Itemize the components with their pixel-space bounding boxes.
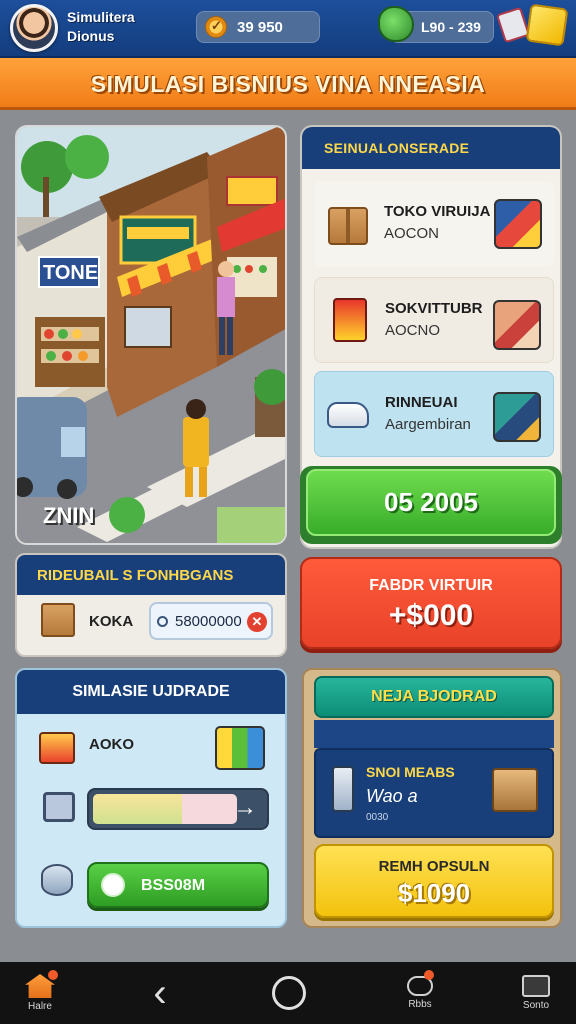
cereal-box-icon bbox=[494, 199, 542, 249]
deal-card-small: 0030 bbox=[366, 812, 389, 823]
product-icon bbox=[333, 298, 367, 342]
city-scene-illustration: TONE bbox=[17, 127, 285, 543]
player-name-line2: Dionus bbox=[67, 28, 115, 44]
notification-badge bbox=[48, 970, 58, 980]
shop-panel-title: SEINUALONSERADE bbox=[324, 140, 470, 156]
upgrade-label: AOKO bbox=[89, 736, 134, 753]
buy-button[interactable]: 05 2005 bbox=[300, 466, 562, 544]
xp-amount: L90 - 239 bbox=[421, 19, 481, 35]
box-icon bbox=[41, 603, 75, 637]
back-icon: ‹ bbox=[153, 971, 167, 1015]
barrel-icon bbox=[41, 864, 73, 896]
reserve-panel-header: RIDEUBAIL S FONHBGANS bbox=[17, 555, 285, 595]
machine-icon bbox=[332, 766, 354, 812]
player-name: Simulitera Dionus bbox=[67, 8, 135, 46]
upgrade-panel-title: SIMLASIE UJDRADE bbox=[72, 683, 230, 700]
city-scene[interactable]: TONE ZNIN bbox=[15, 125, 287, 545]
reward-title: FABDR VIRTUIR bbox=[369, 577, 493, 594]
cube-icon[interactable] bbox=[525, 3, 569, 47]
nav-home-label: Halre bbox=[28, 1001, 52, 1012]
cart-icon bbox=[43, 792, 75, 822]
deal-strip bbox=[314, 720, 554, 748]
coin-counter[interactable]: 39 950 bbox=[196, 11, 320, 43]
notification-badge bbox=[424, 970, 434, 980]
claim-title: REMH OPSULN bbox=[378, 858, 490, 875]
collect-button[interactable]: BSS08M bbox=[87, 862, 269, 908]
shop-item-subtitle: Aargembiran bbox=[385, 416, 471, 433]
player-name-line1: Simulitera bbox=[67, 9, 135, 25]
deal-card-subtitle: Wao a bbox=[366, 786, 418, 806]
nav-messages[interactable]: Rbbs bbox=[398, 962, 442, 1024]
deal-card-title: SNOI MEABS bbox=[366, 764, 455, 780]
open-box-icon bbox=[492, 768, 538, 812]
shop-item-subtitle: AOCNO bbox=[385, 322, 441, 339]
scene-label: ZNIN bbox=[43, 503, 95, 528]
reserve-panel-title: RIDEUBAIL S FONHBGANS bbox=[37, 566, 234, 584]
reserve-panel: RIDEUBAIL S FONHBGANS KOKA 58000000 ✕ bbox=[15, 553, 287, 657]
claim-amount: $1090 bbox=[397, 878, 471, 908]
amount-input-value: 58000000 bbox=[175, 612, 242, 630]
reward-button[interactable]: FABDR VIRTUIR +$000 bbox=[300, 557, 562, 649]
gift-box-icon bbox=[39, 732, 75, 764]
store-icon bbox=[522, 975, 550, 997]
cards-icon[interactable] bbox=[496, 6, 530, 44]
nav-home[interactable]: Halre bbox=[18, 962, 62, 1024]
box-icon bbox=[328, 207, 368, 245]
shop-item-1[interactable]: TOKO VIRUIJA AOCON bbox=[314, 181, 554, 267]
deal-tab-label: NEJA BJODRAD bbox=[371, 688, 497, 705]
progress-track bbox=[93, 794, 237, 824]
upgrade-panel: SIMLASIE UJDRADE AOKO → BSS08M bbox=[15, 668, 287, 928]
search-icon bbox=[157, 616, 168, 627]
shop-item-title: RINNEUAI bbox=[385, 394, 458, 411]
amount-input[interactable]: 58000000 ✕ bbox=[149, 602, 273, 640]
circle-home-icon bbox=[272, 976, 306, 1010]
shop-item-2[interactable]: SOKVITTUBR AOCNO bbox=[314, 277, 554, 363]
top-bar: Simulitera Dionus 39 950 L90 - 239 bbox=[0, 0, 576, 58]
buy-button-label: 05 2005 bbox=[306, 469, 556, 536]
deal-tab-button[interactable]: NEJA BJODRAD bbox=[314, 676, 554, 718]
nav-store[interactable]: Sonto bbox=[514, 962, 558, 1024]
progress-fill bbox=[93, 794, 183, 824]
shop-item-subtitle: AOCON bbox=[384, 225, 440, 242]
car-icon bbox=[327, 402, 369, 428]
avatar[interactable] bbox=[10, 4, 58, 52]
nav-messages-label: Rbbs bbox=[408, 999, 432, 1010]
banner-title: SIMULASI BISNIUS VINA NNEASIA bbox=[90, 71, 486, 97]
arrow-right-icon[interactable]: → bbox=[233, 794, 257, 822]
nav-home-circle[interactable] bbox=[268, 962, 310, 1024]
upgrade-progress-bar[interactable]: → bbox=[87, 788, 269, 830]
claim-button[interactable]: REMH OPSULN $1090 bbox=[314, 844, 554, 918]
reserve-label: KOKA bbox=[89, 613, 134, 630]
coin-icon bbox=[205, 16, 227, 38]
deal-panel: NEJA BJODRAD SNOI MEABS Wao a 0030 REMH … bbox=[302, 668, 562, 928]
collect-button-label: BSS08M bbox=[141, 877, 206, 894]
gem-icon[interactable] bbox=[378, 6, 414, 42]
deal-card[interactable]: SNOI MEABS Wao a 0030 bbox=[314, 748, 554, 838]
food-crate-icon bbox=[493, 300, 541, 350]
nav-store-label: Sonto bbox=[522, 1000, 550, 1011]
title-banner: SIMULASI BISNIUS VINA NNEASIA bbox=[0, 58, 576, 110]
store-sign-text: TONE bbox=[43, 262, 98, 284]
upgrade-panel-header: SIMLASIE UJDRADE bbox=[17, 670, 285, 714]
reward-amount: +$000 bbox=[388, 599, 474, 632]
clear-icon[interactable]: ✕ bbox=[247, 612, 267, 632]
nav-back[interactable]: ‹ bbox=[140, 962, 180, 1024]
toggle-dot-icon bbox=[101, 873, 125, 897]
package-icon bbox=[493, 392, 541, 442]
coin-amount: 39 950 bbox=[237, 18, 283, 36]
shop-panel-header: SEINUALONSERADE bbox=[302, 127, 560, 169]
shop-item-title: TOKO VIRUIJA bbox=[384, 203, 491, 220]
shop-item-3[interactable]: RINNEUAI Aargembiran bbox=[314, 371, 554, 457]
bottom-nav-bar: Halre ‹ Rbbs Sonto bbox=[0, 962, 576, 1024]
books-icon bbox=[215, 726, 265, 770]
shop-item-title: SOKVITTUBR bbox=[385, 300, 483, 317]
